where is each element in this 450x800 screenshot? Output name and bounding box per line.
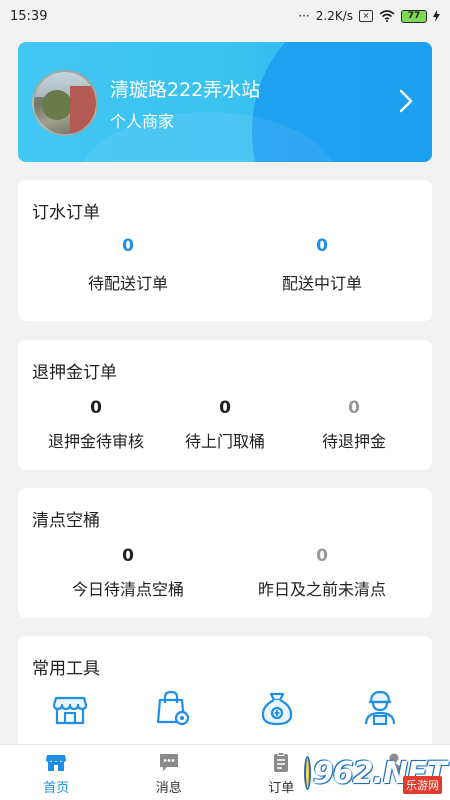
stat-previous-buckets[interactable]: 0 昨日及之前未清点 <box>232 546 412 600</box>
charging-icon <box>433 10 440 22</box>
status-icons: ··· 2.2K/s × 77 <box>298 9 440 23</box>
delivery-person-icon <box>365 690 396 725</box>
empty-buckets-title: 清点空桶 <box>32 511 100 531</box>
tool-item-courier[interactable] <box>329 688 433 728</box>
tab-label: 首页 <box>43 781 70 796</box>
battery-indicator: 77 <box>401 9 427 23</box>
deposit-refund-title: 退押金订单 <box>32 363 117 383</box>
stat-label: 配送中订单 <box>281 274 362 293</box>
store-header-card[interactable]: 清璇路222弄水站 个人商家 <box>18 42 432 162</box>
stat-value: 0 <box>122 546 134 566</box>
stat-refund-deposit[interactable]: 0 待退押金 <box>290 398 418 452</box>
stat-label: 昨日及之前未清点 <box>257 580 386 599</box>
stat-today-buckets[interactable]: 0 今日待清点空桶 <box>48 546 208 600</box>
water-orders-card: 订水订单 0 待配送订单 0 配送中订单 <box>18 180 432 321</box>
order-icon <box>274 752 289 772</box>
stat-pending-delivery[interactable]: 0 待配送订单 <box>48 236 208 294</box>
deposit-refund-card: 退押金订单 0 退押金待审核 0 待上门取桶 0 待退押金 <box>18 340 432 470</box>
money-bag-icon <box>261 692 292 726</box>
net-speed: 2.2K/s <box>315 9 353 23</box>
watermark-logo-icon <box>304 756 311 790</box>
stat-value: 0 <box>122 236 134 256</box>
store-icon <box>52 696 87 725</box>
status-bar: 15:39 ··· 2.2K/s × 77 <box>0 0 450 32</box>
stat-value: 0 <box>316 236 328 256</box>
notification-box-icon: × <box>359 10 373 22</box>
shopping-bag-settings-icon <box>157 690 190 726</box>
tool-item-finance[interactable] <box>225 688 329 728</box>
stat-value: 0 <box>348 398 360 418</box>
stat-value: 0 <box>219 398 231 418</box>
tools-row <box>18 688 432 728</box>
home-icon <box>46 755 67 771</box>
stat-label: 退押金待审核 <box>47 432 144 451</box>
stat-label: 今日待清点空桶 <box>71 580 184 599</box>
stat-label: 待配送订单 <box>87 274 168 293</box>
tab-label: 订单 <box>268 781 295 796</box>
tab-home[interactable]: 首页 <box>0 745 113 800</box>
tab-label: 消息 <box>155 781 182 796</box>
stat-refund-review[interactable]: 0 退押金待审核 <box>32 398 160 452</box>
site-watermark: 962.NET 乐游网 <box>304 748 447 798</box>
store-name: 清璇路222弄水站 <box>110 79 261 101</box>
wifi-icon <box>379 10 395 22</box>
water-orders-title: 订水订单 <box>32 203 100 223</box>
signal-dots-icon: ··· <box>298 9 310 23</box>
stat-value: 0 <box>90 398 102 418</box>
watermark-tag: 乐游网 <box>403 776 442 794</box>
message-icon <box>159 754 178 771</box>
tool-item-store[interactable] <box>18 688 122 728</box>
tool-item-goods[interactable] <box>122 688 226 728</box>
status-time: 15:39 <box>10 8 48 24</box>
store-avatar <box>32 70 98 136</box>
stat-in-delivery[interactable]: 0 配送中订单 <box>242 236 402 294</box>
empty-buckets-card: 清点空桶 0 今日待清点空桶 0 昨日及之前未清点 <box>18 488 432 618</box>
tools-title: 常用工具 <box>32 659 100 679</box>
stat-value: 0 <box>316 546 328 566</box>
store-type: 个人商家 <box>110 112 175 131</box>
stat-pickup-bucket[interactable]: 0 待上门取桶 <box>161 398 289 452</box>
chevron-right-icon[interactable] <box>396 88 416 114</box>
stat-label: 待上门取桶 <box>184 432 265 451</box>
tab-messages[interactable]: 消息 <box>113 745 226 800</box>
stat-label: 待退押金 <box>321 432 386 451</box>
